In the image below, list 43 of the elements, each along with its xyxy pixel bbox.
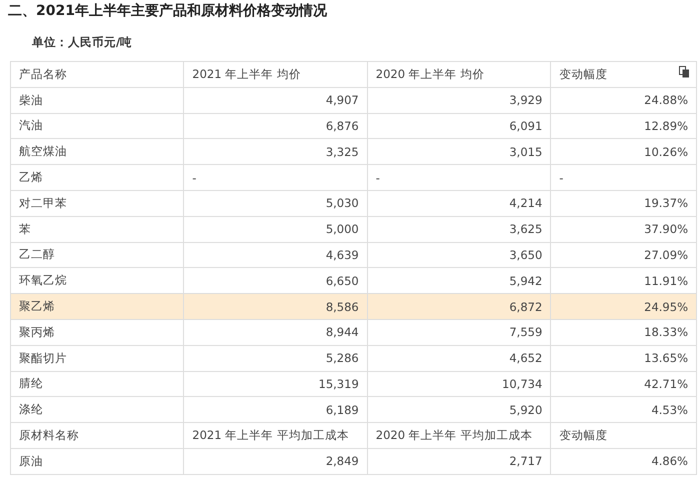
table-cell: -	[367, 164, 551, 190]
table-cell: 3,929	[367, 87, 551, 114]
table-cell: -	[184, 164, 368, 190]
table-cell: 8,944	[184, 319, 368, 346]
table-cell: 3,625	[367, 216, 551, 242]
table-cell: 乙烯	[10, 164, 184, 190]
table-cell: 13.65%	[550, 345, 696, 372]
column-header: 原材料名称	[10, 422, 184, 448]
column-header: 变动幅度	[550, 62, 696, 88]
table-cell: 7,559	[367, 319, 551, 346]
table-cell: 柴油	[10, 87, 184, 114]
table-cell: 4,907	[184, 87, 368, 114]
table-cell: 18.33%	[550, 319, 696, 346]
table-cell: 24.88%	[550, 87, 696, 114]
table-cell: 5,000	[184, 216, 368, 242]
column-header: 2020 年上半年 平均加工成本	[367, 422, 551, 448]
column-header: 产品名称	[10, 62, 184, 88]
section-title: 二、2021年上半年主要产品和原材料价格变动情况	[7, 2, 328, 21]
table-cell: 聚乙烯	[10, 294, 184, 320]
table-cell: 4.86%	[550, 448, 696, 474]
column-header: 变动幅度	[550, 422, 696, 448]
column-header: 2021 年上半年 均价	[184, 62, 368, 88]
table-cell: 聚酯切片	[10, 345, 184, 372]
table-cell: 37.90%	[550, 216, 696, 242]
unit-label: 单位：人民币元/吨	[31, 34, 134, 51]
table-cell: 24.95%	[550, 294, 696, 320]
table-cell: 对二甲苯	[10, 190, 184, 216]
table-cell: -	[550, 164, 696, 190]
table-cell: 4,214	[367, 190, 551, 216]
table-cell: 聚丙烯	[10, 319, 184, 346]
column-header: 2021 年上半年 平均加工成本	[184, 422, 368, 448]
table-cell: 4,652	[367, 345, 551, 372]
table-cell: 2,849	[184, 448, 368, 474]
table-cell: 19.37%	[550, 190, 696, 216]
table-cell: 原油	[10, 448, 184, 474]
table-cell: 5,030	[184, 190, 368, 216]
column-header: 2020 年上半年 均价	[367, 62, 551, 88]
table-cell: 苯	[10, 216, 184, 242]
table-cell: 5,286	[184, 345, 368, 372]
table-cell: 2,717	[367, 448, 551, 474]
copy-icon[interactable]	[679, 66, 690, 78]
table-cell: 6,872	[367, 294, 551, 320]
table-cell: 8,586	[184, 294, 368, 320]
